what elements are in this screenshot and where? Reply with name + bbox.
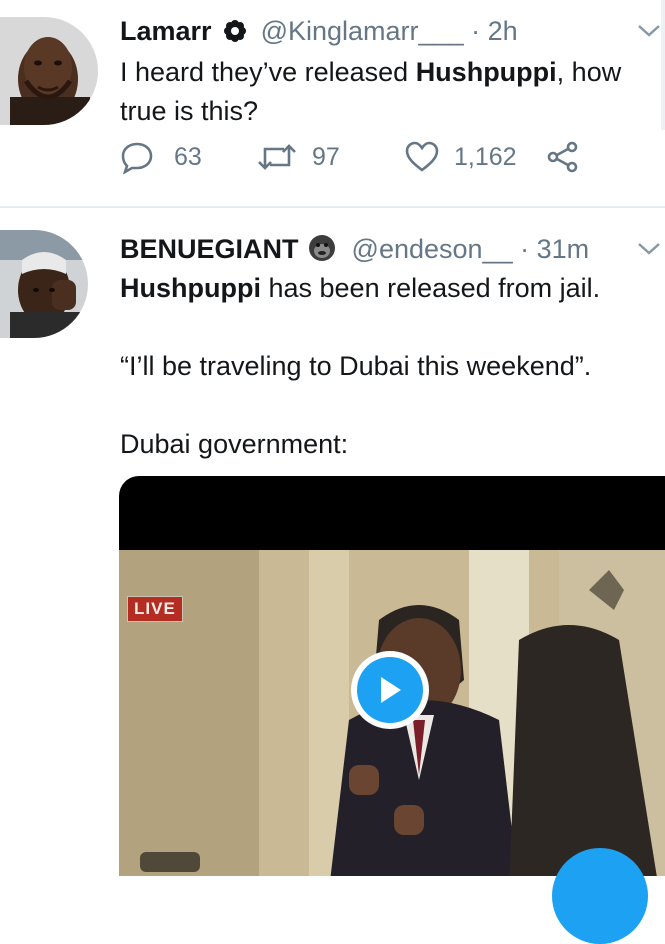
- tweet-text-part: I heard they’ve released: [120, 57, 416, 87]
- compose-tweet-button[interactable]: [552, 848, 648, 944]
- reply-button[interactable]: 63: [120, 140, 202, 174]
- video-timer: [140, 852, 200, 872]
- reply-icon: [120, 140, 154, 174]
- tweet-text-bold[interactable]: Hushpuppi: [120, 273, 261, 303]
- chevron-down-icon[interactable]: [636, 22, 662, 45]
- tweet-header: Lamarr @Kinglamarr___ · 2h: [120, 14, 518, 51]
- flower-badge-icon: [223, 17, 247, 51]
- tweet-text-line: true is this?: [120, 96, 259, 126]
- video-player[interactable]: LIVE: [119, 476, 665, 876]
- tweet-text-part: has been released from jail.: [260, 273, 601, 303]
- tweet-quote-line: “I’ll be traveling to Dubai this weekend…: [120, 351, 592, 381]
- play-button[interactable]: [351, 651, 429, 729]
- display-name[interactable]: BENUEGIANT: [120, 234, 299, 264]
- gorilla-emoji-icon: [308, 234, 336, 270]
- tweet-text-part: , how: [556, 57, 622, 87]
- avatar-lamarr[interactable]: [0, 17, 98, 125]
- share-icon: [546, 140, 580, 174]
- avatar-benuegiant[interactable]: [0, 230, 88, 338]
- retweet-icon: [256, 140, 298, 174]
- like-button[interactable]: 1,162: [404, 140, 517, 174]
- tweet-text-bold[interactable]: Hushpuppi: [416, 57, 557, 87]
- chevron-down-icon[interactable]: [636, 240, 662, 263]
- user-handle[interactable]: @endeson__: [352, 234, 513, 264]
- tweet-text: Hushpuppi has been released from jail.: [120, 269, 660, 308]
- timestamp[interactable]: · 2h: [471, 16, 518, 46]
- retweet-button[interactable]: 97: [256, 140, 340, 174]
- tweet-lamarr[interactable]: Lamarr @Kinglamarr___ · 2h I heard they’…: [0, 0, 665, 208]
- tweet-header: BENUEGIANT @endeson__ · 31m: [120, 232, 589, 270]
- heart-icon: [404, 140, 440, 174]
- live-badge: LIVE: [127, 596, 183, 622]
- tweet-text: I heard they’ve released Hushpuppi, how …: [120, 53, 660, 131]
- play-icon: [357, 657, 423, 723]
- timestamp[interactable]: · 31m: [520, 234, 589, 264]
- user-handle[interactable]: @Kinglamarr___: [261, 16, 464, 46]
- reply-count: 63: [174, 142, 202, 171]
- like-count: 1,162: [454, 142, 517, 171]
- share-button[interactable]: [546, 140, 580, 174]
- display-name[interactable]: Lamarr: [120, 16, 212, 46]
- video-thumbnail[interactable]: LIVE: [119, 550, 665, 876]
- tweet-gov-line: Dubai government:: [120, 429, 349, 459]
- retweet-count: 97: [312, 142, 340, 171]
